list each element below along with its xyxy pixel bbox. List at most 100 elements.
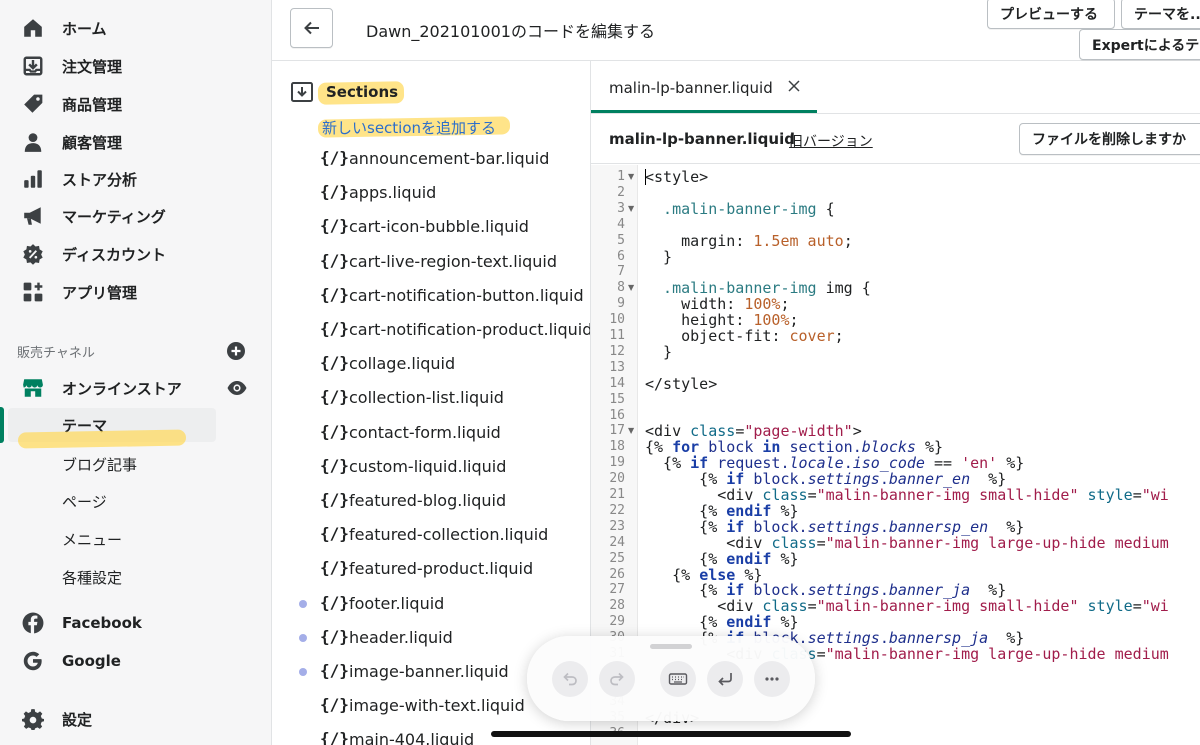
more-button[interactable] (754, 661, 790, 697)
file-item[interactable]: {/} announcement-bar.liquid (272, 144, 590, 174)
nav-label: ホーム (62, 19, 107, 38)
close-icon[interactable] (787, 79, 801, 93)
nav-item-products[interactable]: 商品管理 (0, 86, 272, 122)
nav-item-orders[interactable]: 注文管理 (0, 48, 272, 84)
code-file-icon: {/} (320, 592, 349, 612)
nav-subitem-menus[interactable]: メニュー (0, 522, 272, 556)
file-item[interactable]: {/} cart-notification-button.liquid (272, 281, 590, 311)
file-item[interactable]: {/} custom-liquid.liquid (272, 452, 590, 482)
code-file-icon: {/} (320, 284, 349, 304)
file-item[interactable]: {/} collection-list.liquid (272, 383, 590, 413)
line-number: 9 (617, 296, 625, 312)
nav-item-analytics[interactable]: ストア分析 (0, 161, 272, 197)
old-versions-link[interactable]: 旧バージョン (789, 131, 873, 151)
code-line: <div class="malin-banner-img small-hide"… (645, 598, 1169, 614)
eye-icon[interactable] (226, 377, 248, 399)
nav-item-apps[interactable]: アプリ管理 (0, 274, 272, 310)
fold-toggle-icon[interactable]: ▼ (628, 201, 634, 217)
code-line: <div class="page-width"> (645, 423, 862, 439)
redo-icon (610, 672, 624, 686)
editor-tab[interactable]: malin-lp-banner.liquid (591, 61, 817, 113)
file-item[interactable]: {/} featured-product.liquid (272, 554, 590, 584)
return-icon (718, 673, 732, 686)
nav-item-facebook[interactable]: Facebook (0, 605, 272, 641)
megaphone-icon (22, 205, 44, 227)
code-token: ; (843, 231, 853, 250)
redo-button[interactable] (599, 661, 635, 697)
admin-sidebar: ホーム 注文管理 商品管理 顧客管理 ストア分析 マーケティング ディスカウント… (0, 0, 272, 745)
file-item[interactable]: {/} apps.liquid (272, 178, 590, 208)
fold-toggle-icon[interactable]: ▼ (628, 169, 634, 185)
drag-handle[interactable] (650, 644, 692, 649)
line-number: 26 (609, 566, 625, 582)
expert-help-button[interactable]: Expertによるテ... (1079, 29, 1200, 60)
nav-sublabel: ブログ記事 (62, 455, 138, 474)
file-name: image-with-text.liquid (349, 696, 525, 716)
file-title: malin-lp-banner.liquid (609, 130, 795, 148)
nav-label: 設定 (62, 710, 93, 729)
file-tree: Sections 新しいsectionを追加する {/} announcement… (272, 61, 591, 745)
text-cursor (645, 169, 646, 185)
apps-icon (22, 281, 44, 303)
nav-item-customers[interactable]: 顧客管理 (0, 124, 272, 160)
file-item[interactable]: {/} collage.liquid (272, 349, 590, 379)
add-section-link[interactable]: 新しいsectionを追加する (322, 117, 496, 138)
file-item[interactable]: {/} cart-live-region-text.liquid (272, 247, 590, 277)
line-number: 18 (609, 439, 625, 455)
delete-file-button[interactable]: ファイルを削除しますか (1019, 123, 1200, 155)
code-line: <div class="malin-banner-img small-hide"… (645, 487, 1169, 503)
code-token: } (645, 342, 673, 361)
undo-button[interactable] (552, 661, 588, 697)
file-name: main-404.liquid (349, 730, 475, 745)
nav-label: Facebook (62, 614, 142, 632)
more-icon (765, 677, 779, 681)
code-token: } (645, 247, 673, 266)
active-indicator (0, 407, 4, 443)
nav-item-discounts[interactable]: ディスカウント (0, 236, 272, 272)
code-token: <style> (645, 168, 709, 186)
nav-subitem-preferences[interactable]: 各種設定 (0, 560, 272, 594)
file-item[interactable]: {/} footer.liquid (272, 589, 590, 619)
folder-download-icon[interactable] (290, 80, 314, 104)
gear-icon (22, 708, 44, 730)
code-line: .malin-banner-img img { (645, 280, 871, 296)
nav-item-google[interactable]: Google (0, 643, 272, 679)
facebook-icon (22, 612, 44, 634)
fold-toggle-icon[interactable]: ▼ (628, 280, 634, 296)
fold-toggle-icon[interactable]: ▼ (628, 423, 634, 439)
code-line: {% if request.locale.iso_code == 'en' %} (645, 455, 1024, 471)
nav-label: ディスカウント (62, 245, 166, 264)
file-item[interactable]: {/} featured-blog.liquid (272, 486, 590, 516)
nav-item-settings[interactable]: 設定 (0, 701, 272, 737)
code-token: style (1078, 597, 1133, 616)
nav-item-marketing[interactable]: マーケティング (0, 198, 272, 234)
sections-folder-label[interactable]: Sections (326, 83, 398, 101)
nav-sublabel: メニュー (62, 530, 123, 549)
file-item[interactable]: {/} cart-icon-bubble.liquid (272, 212, 590, 242)
preview-button[interactable]: プレビューする (987, 0, 1115, 29)
nav-item-home[interactable]: ホーム (0, 10, 272, 46)
code-file-icon: {/} (320, 490, 349, 509)
line-number: 14 (609, 375, 625, 391)
code-file-icon: {/} (320, 661, 349, 680)
return-button[interactable] (707, 661, 743, 697)
code-line: {% endif %} (645, 614, 798, 630)
code-line: <style> (645, 169, 708, 185)
file-item[interactable]: {/} cart-notification-product.liquid (272, 315, 590, 345)
code-file-icon: {/} (320, 455, 349, 475)
file-item[interactable]: {/} contact-form.liquid (272, 418, 590, 448)
tag-icon (22, 93, 44, 115)
file-name: custom-liquid.liquid (349, 456, 507, 476)
theme-actions-button[interactable]: テーマを... (1121, 0, 1200, 29)
code-line: width: 100%; (645, 296, 789, 312)
code-line: {% endif %} (645, 503, 798, 519)
add-channel-icon[interactable] (226, 341, 246, 361)
home-indicator[interactable] (491, 731, 851, 737)
nav-subitem-pages[interactable]: ページ (0, 484, 272, 518)
nav-subitem-blog[interactable]: ブログ記事 (0, 447, 272, 481)
back-button[interactable] (290, 8, 333, 48)
file-item[interactable]: {/} featured-collection.liquid (272, 520, 590, 550)
file-name: featured-product.liquid (349, 559, 534, 579)
file-name: announcement-bar.liquid (349, 149, 550, 168)
keyboard-button[interactable] (660, 661, 696, 697)
